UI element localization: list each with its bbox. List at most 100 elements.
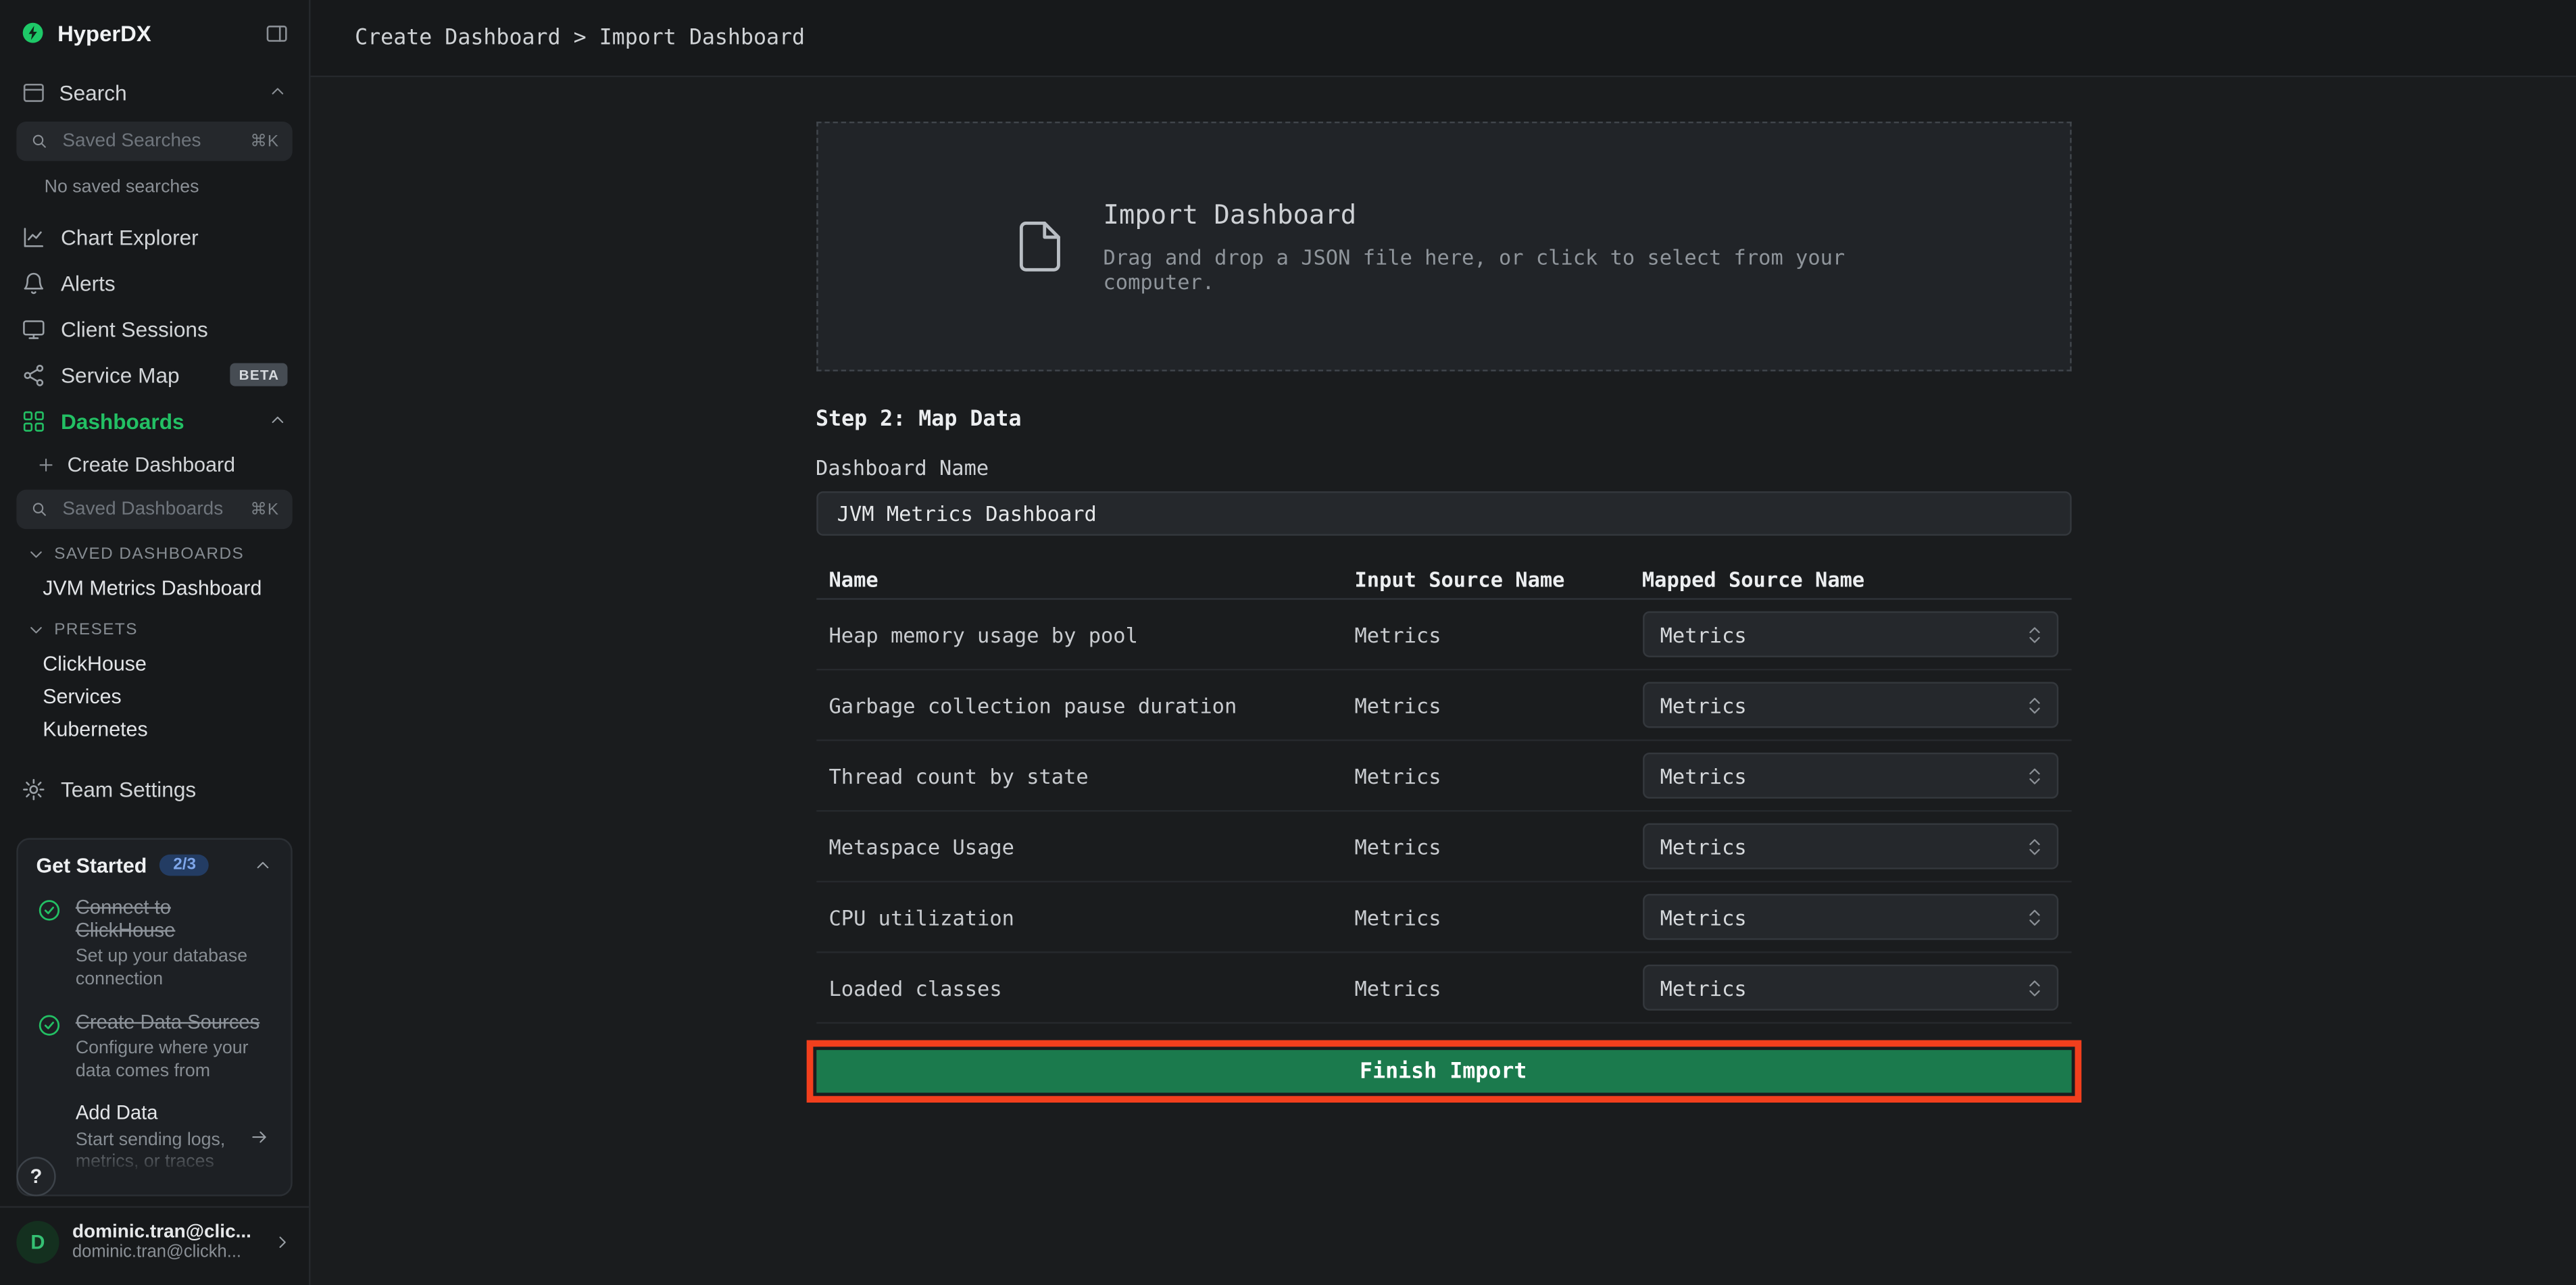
get-started-header[interactable]: Get Started 2/3 [36, 854, 272, 877]
table-header: Name Input Source Name Mapped Source Nam… [816, 559, 2071, 600]
chevron-right-icon [273, 1232, 293, 1252]
row-input-source: Metrics [1354, 692, 1641, 717]
mapped-source-select[interactable]: Metrics [1642, 824, 2058, 870]
row-input-source: Metrics [1354, 905, 1641, 929]
sidebar-item-services[interactable]: Services [0, 680, 309, 713]
monitor-icon [22, 316, 46, 341]
mapped-source-select[interactable]: Metrics [1642, 753, 2058, 799]
table-row: Garbage collection pause duration Metric… [816, 670, 2071, 741]
select-value: Metrics [1660, 763, 1747, 788]
column-header-input-source: Input Source Name [1354, 566, 1641, 590]
help-button[interactable]: ? [16, 1157, 55, 1196]
topbar: Create Dashboard > Import Dashboard [310, 0, 2575, 77]
mapped-source-select[interactable]: Metrics [1642, 894, 2058, 940]
check-circle-icon [36, 1010, 62, 1084]
dashboard-name-label: Dashboard Name [816, 455, 2071, 480]
search-panel-icon [22, 80, 46, 104]
check-circle-icon [36, 895, 62, 992]
tree-item-label: JVM Metrics Dashboard [43, 577, 262, 600]
user-name: dominic.tran@clic... [72, 1223, 259, 1242]
step-desc: Start sending logs, metrics, or traces [76, 1130, 273, 1175]
create-dashboard-button[interactable]: Create Dashboard [0, 444, 309, 486]
mapping-table: Name Input Source Name Mapped Source Nam… [816, 559, 2071, 1024]
get-started-step-sources[interactable]: Create Data Sources Configure where your… [36, 1010, 272, 1084]
row-name: Metaspace Usage [816, 834, 1354, 858]
row-input-source: Metrics [1354, 834, 1641, 858]
main-area: Create Dashboard > Import Dashboard Impo… [310, 0, 2575, 1285]
mapped-source-select[interactable]: Metrics [1642, 682, 2058, 728]
search-icon [30, 132, 49, 151]
select-value: Metrics [1660, 622, 1747, 647]
saved-dashboards-input[interactable] [59, 498, 241, 521]
saved-searches-input[interactable] [59, 130, 241, 153]
select-value: Metrics [1660, 905, 1747, 929]
nav-label: Dashboards [61, 408, 184, 432]
tree-header-label: PRESETS [54, 620, 138, 638]
select-chevrons-icon [2023, 836, 2045, 857]
gear-icon [22, 776, 46, 801]
dashboard-name-input[interactable] [816, 491, 2071, 536]
presets-header[interactable]: PRESETS [0, 611, 309, 648]
chevron-down-icon [26, 620, 46, 639]
sidebar: HyperDX Search ⌘K No saved searches [0, 0, 310, 1285]
tree-item-label: Services [43, 685, 122, 708]
mapped-source-select[interactable]: Metrics [1642, 611, 2058, 657]
chevron-up-icon [268, 82, 287, 102]
tree-header-label: SAVED DASHBOARDS [54, 545, 244, 563]
column-header-mapped-source: Mapped Source Name [1642, 566, 2071, 590]
saved-dashboards-search[interactable]: ⌘K [16, 490, 292, 529]
table-row: Metaspace Usage Metrics Metrics [816, 812, 2071, 883]
import-dropzone[interactable]: Import Dashboard Drag and drop a JSON fi… [816, 122, 2071, 372]
search-section-header[interactable]: Search [0, 66, 309, 118]
get-started-step-connect[interactable]: Connect to ClickHouse Set up your databa… [36, 895, 272, 992]
sidebar-item-team-settings[interactable]: Team Settings [0, 765, 309, 811]
table-row: Heap memory usage by pool Metrics Metric… [816, 600, 2071, 671]
get-started-step-add-data[interactable]: Add Data Start sending logs, metrics, or… [36, 1101, 272, 1175]
sidebar-item-kubernetes[interactable]: Kubernetes [0, 713, 309, 747]
saved-searches-search[interactable]: ⌘K [16, 122, 292, 161]
finish-import-button[interactable]: Finish Import [816, 1050, 2071, 1092]
row-name: Heap memory usage by pool [816, 622, 1354, 647]
content: Import Dashboard Drag and drop a JSON fi… [310, 77, 2575, 1285]
sidebar-item-chart-explorer[interactable]: Chart Explorer [0, 213, 309, 259]
brand-name: HyperDX [57, 20, 253, 45]
hyperdx-logo-icon [20, 20, 46, 46]
saved-dashboards-header[interactable]: SAVED DASHBOARDS [0, 536, 309, 572]
nav-label: Client Sessions [61, 316, 208, 341]
table-row: CPU utilization Metrics Metrics [816, 882, 2071, 953]
user-menu[interactable]: D dominic.tran@clic... dominic.tran@clic… [0, 1206, 309, 1285]
row-name: Garbage collection pause duration [816, 692, 1354, 717]
collapse-sidebar-icon[interactable] [264, 20, 289, 45]
nav-label: Team Settings [61, 776, 196, 801]
service-map-icon [22, 362, 46, 386]
tree-item-label: Kubernetes [43, 718, 147, 741]
column-header-name: Name [816, 566, 1354, 590]
row-name: Thread count by state [816, 763, 1354, 788]
select-value: Metrics [1660, 692, 1747, 717]
create-dashboard-label: Create Dashboard [68, 453, 235, 476]
step-title: Connect to ClickHouse [76, 895, 273, 942]
scale-wrapper: HyperDX Search ⌘K No saved searches [0, 0, 2576, 1285]
row-input-source: Metrics [1354, 763, 1641, 788]
sidebar-item-dashboards[interactable]: Dashboards [0, 398, 309, 444]
breadcrumb: Create Dashboard > Import Dashboard [355, 26, 805, 50]
annotation-highlight: Finish Import [806, 1040, 2081, 1103]
shortcut-badge: ⌘K [250, 132, 279, 151]
select-value: Metrics [1660, 976, 1747, 1000]
select-chevrons-icon [2023, 695, 2045, 716]
search-section-label: Search [59, 80, 127, 104]
chevron-down-icon [26, 544, 46, 563]
sidebar-item-jvm-dashboard[interactable]: JVM Metrics Dashboard [0, 572, 309, 605]
mapped-source-select[interactable]: Metrics [1642, 965, 2058, 1011]
sidebar-item-clickhouse[interactable]: ClickHouse [0, 647, 309, 680]
select-chevrons-icon [2023, 765, 2045, 786]
sidebar-item-alerts[interactable]: Alerts [0, 259, 309, 305]
sidebar-item-service-map[interactable]: Service Map BETA [0, 351, 309, 397]
step-heading: Step 2: Map Data [816, 407, 2071, 432]
row-name: Loaded classes [816, 976, 1354, 1000]
sidebar-item-client-sessions[interactable]: Client Sessions [0, 305, 309, 351]
select-value: Metrics [1660, 834, 1747, 858]
step-title: Create Data Sources [76, 1010, 273, 1033]
nav-label: Service Map [61, 362, 180, 386]
dropzone-title: Import Dashboard [1103, 199, 1875, 230]
